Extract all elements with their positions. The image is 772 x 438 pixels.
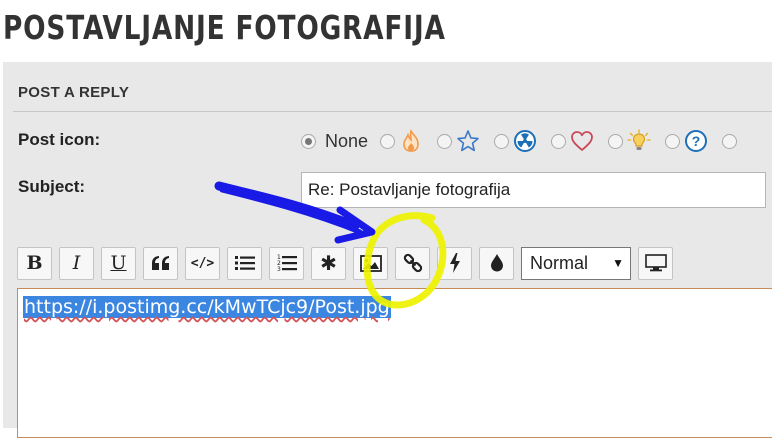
- preview-button[interactable]: [638, 246, 673, 280]
- link-button[interactable]: [395, 246, 430, 280]
- link-icon: [403, 253, 423, 273]
- lightbulb-icon: [627, 129, 651, 153]
- question-icon: ?: [684, 129, 708, 153]
- color-button[interactable]: [479, 246, 514, 280]
- monitor-icon: [644, 254, 667, 272]
- numbered-list-icon: 123: [277, 254, 297, 272]
- flash-button[interactable]: [437, 246, 472, 280]
- post-icon-radio-radiation[interactable]: [494, 133, 510, 149]
- section-header: POST A REPLY: [18, 84, 130, 101]
- quote-icon: [151, 255, 171, 271]
- post-icon-options: None ?: [301, 128, 738, 154]
- post-icon-radio-question[interactable]: [665, 133, 681, 149]
- font-size-value: Normal: [530, 252, 589, 273]
- header-divider: [13, 111, 772, 112]
- post-icon-radio-fire[interactable]: [380, 133, 396, 149]
- star-icon: [456, 129, 480, 153]
- editor-toolbar: B I U </> 123 ✱ Normal ▼: [17, 246, 673, 280]
- post-icon-none-label: None: [325, 130, 369, 151]
- post-icon-radio-none[interactable]: [301, 133, 316, 149]
- heart-icon: [570, 129, 594, 153]
- image-button[interactable]: [353, 246, 388, 280]
- chevron-down-icon: ▼: [612, 256, 624, 270]
- code-button[interactable]: </>: [185, 246, 220, 280]
- quote-button[interactable]: [143, 246, 178, 280]
- post-reply-panel: POST A REPLY Post icon: None ? Subject: …: [3, 62, 772, 438]
- font-size-select[interactable]: Normal ▼: [521, 246, 631, 280]
- svg-text:3: 3: [277, 266, 281, 272]
- italic-button[interactable]: I: [59, 246, 94, 280]
- list-item-button[interactable]: ✱: [311, 246, 346, 280]
- droplet-icon: [490, 254, 504, 272]
- bold-button[interactable]: B: [17, 246, 52, 280]
- svg-text:?: ?: [692, 133, 701, 149]
- message-textarea[interactable]: https://i.postimg.cc/kMwTCjc9/Post.jpg: [17, 288, 772, 438]
- list-button[interactable]: [227, 246, 262, 280]
- list-icon: [234, 255, 255, 271]
- subject-label: Subject:: [18, 177, 86, 196]
- post-icon-radio-star[interactable]: [437, 133, 453, 149]
- image-icon: [359, 254, 382, 272]
- message-content: https://i.postimg.cc/kMwTCjc9/Post.jpg: [23, 296, 391, 318]
- post-icon-label: Post icon:: [18, 130, 101, 149]
- post-icon-radio-more[interactable]: [722, 133, 738, 149]
- underline-button[interactable]: U: [101, 246, 136, 280]
- numbered-list-button[interactable]: 123: [269, 246, 304, 280]
- page-title: POSTAVLJANJE FOTOGRAFIJA: [3, 8, 446, 47]
- subject-input[interactable]: [301, 172, 766, 208]
- fire-icon: [399, 129, 423, 153]
- radiation-icon: [513, 129, 537, 153]
- post-icon-radio-heart[interactable]: [551, 133, 567, 149]
- bolt-icon: [449, 253, 461, 273]
- post-icon-radio-lightbulb[interactable]: [608, 133, 624, 149]
